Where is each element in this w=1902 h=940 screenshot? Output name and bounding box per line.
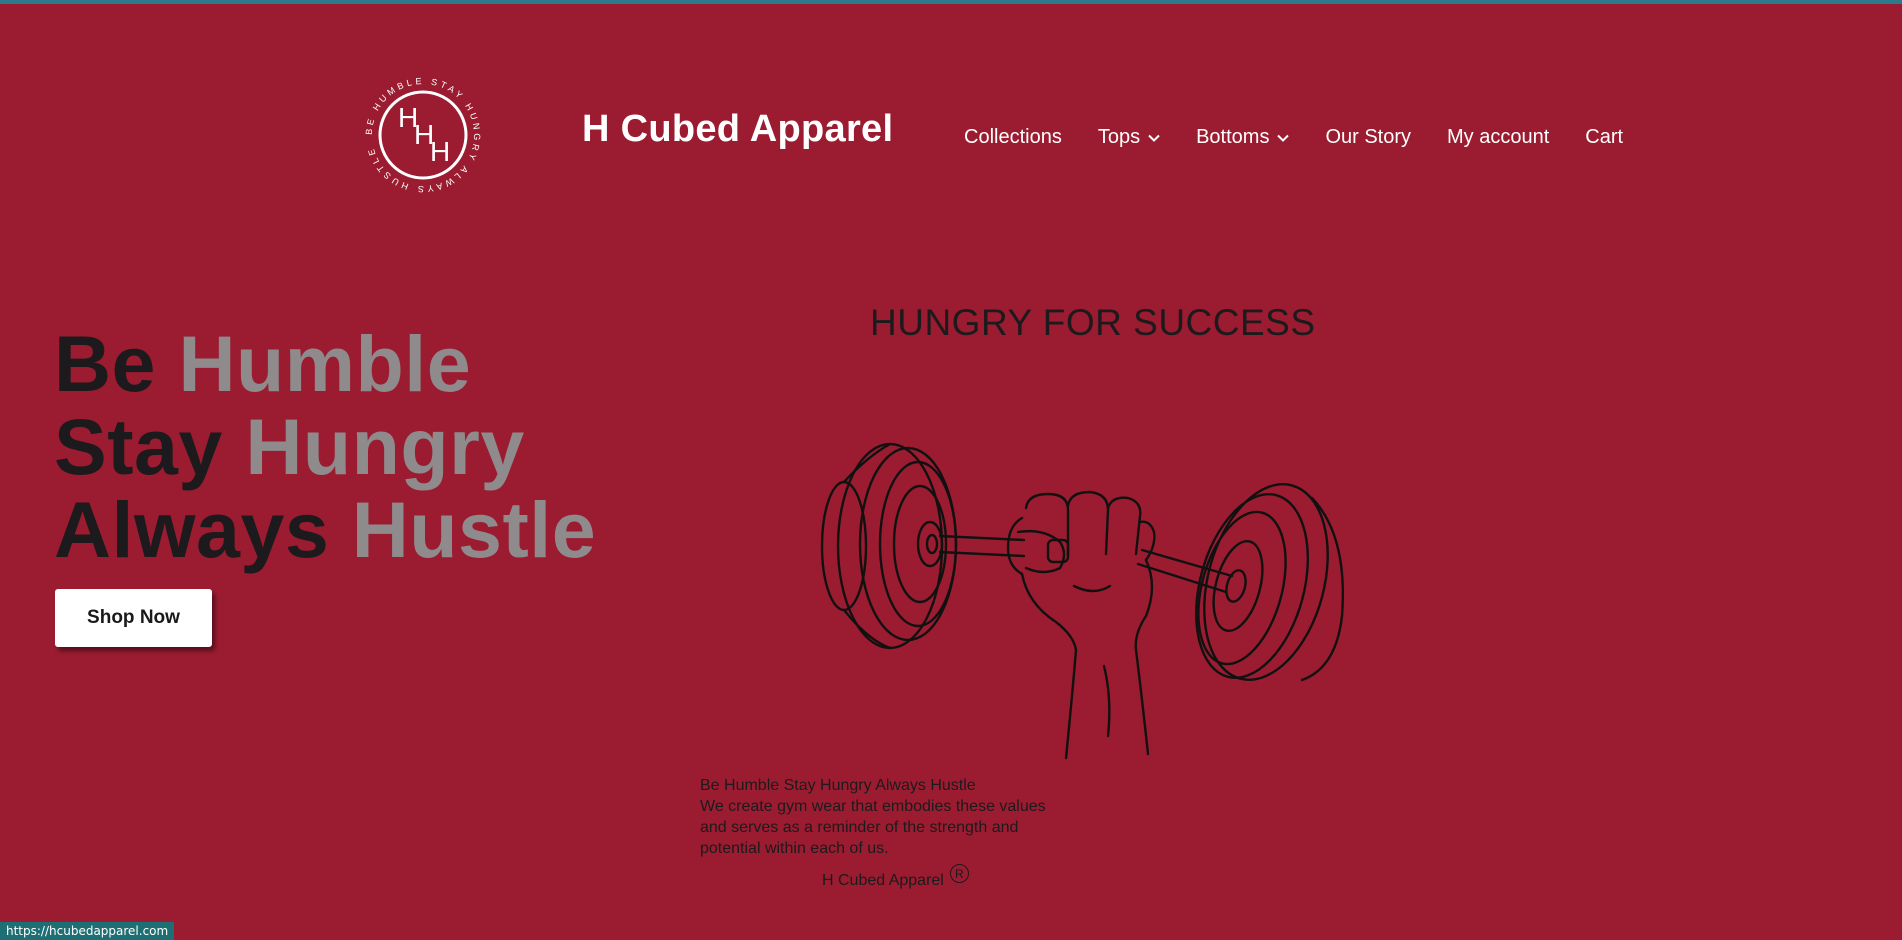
nav-my-account[interactable]: My account — [1447, 126, 1549, 149]
tagline: HUNGRY FOR SUCCESS — [870, 302, 1316, 343]
logo-letter-3: H — [430, 136, 450, 167]
footer-brand: H Cubed Apparel R — [822, 864, 969, 890]
nav-bottoms-label: Bottoms — [1196, 126, 1270, 148]
nav-tops[interactable]: Tops — [1098, 126, 1160, 149]
nav-cart[interactable]: Cart — [1585, 126, 1623, 149]
main-nav: Collections Tops Bottoms Our Story My ac… — [964, 126, 1623, 149]
description-line-4: potential within each of us. — [700, 840, 889, 857]
hero-word-be: Be — [54, 319, 156, 408]
browser-top-bar — [0, 0, 1902, 4]
description-line-1: Be Humble Stay Hungry Always Hustle — [700, 777, 976, 794]
site-logo[interactable]: BE HUMBLE STAY HUNGRY ALWAYS HUSTLE H H … — [364, 76, 482, 194]
hero-word-hustle: Hustle — [351, 485, 597, 574]
nav-tops-label: Tops — [1097, 126, 1141, 148]
hero-line-2: Stay Hungry — [54, 405, 596, 488]
chevron-down-icon — [1277, 134, 1290, 142]
hero-heading: Be Humble Stay Hungry Always Hustle — [54, 322, 596, 571]
registered-mark-icon: R — [949, 864, 969, 883]
nav-my-account-label: My account — [1447, 126, 1550, 148]
hero-word-hungry: Hungry — [245, 402, 525, 491]
nav-bottoms[interactable]: Bottoms — [1196, 126, 1290, 149]
brand-title[interactable]: H Cubed Apparel — [582, 108, 893, 151]
nav-our-story-label: Our Story — [1325, 126, 1412, 148]
logo-emblem: BE HUMBLE STAY HUNGRY ALWAYS HUSTLE H H … — [364, 76, 479, 194]
nav-our-story[interactable]: Our Story — [1325, 126, 1411, 149]
footer-brand-text: H Cubed Apparel — [822, 872, 944, 889]
hero-line-3: Always Hustle — [54, 488, 596, 571]
nav-cart-label: Cart — [1585, 126, 1624, 148]
chevron-down-icon — [1148, 134, 1160, 142]
description: Be Humble Stay Hungry Always Hustle We c… — [700, 775, 1046, 859]
hero-word-always: Always — [54, 485, 330, 574]
shop-now-button[interactable]: Shop Now — [55, 589, 212, 647]
hero-word-humble: Humble — [178, 319, 472, 408]
description-line-3: and serves as a reminder of the strength… — [700, 819, 1019, 836]
status-bar-url: https://hcubedapparel.com — [0, 922, 175, 940]
hero-line-1: Be Humble — [54, 322, 596, 405]
description-line-2: We create gym wear that embodies these v… — [700, 798, 1046, 815]
hero-word-stay: Stay — [54, 402, 223, 491]
hand-holding-dumbbell-icon — [812, 436, 1368, 764]
nav-collections[interactable]: Collections — [964, 126, 1062, 149]
nav-collections-label: Collections — [964, 126, 1062, 148]
